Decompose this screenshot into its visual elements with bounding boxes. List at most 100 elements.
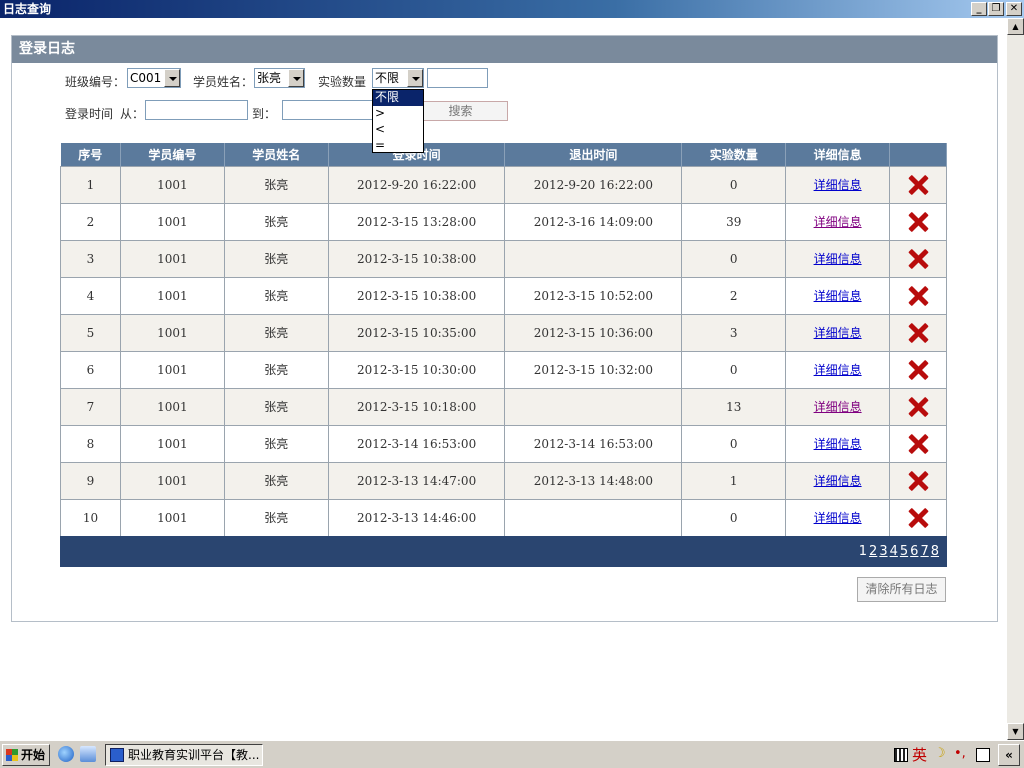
cell-detail: 详细信息 (785, 424, 891, 463)
expand-tray-button[interactable]: « (998, 744, 1020, 766)
cell-login-time: 2012-3-13 14:47:00 (327, 461, 506, 500)
chevron-down-icon[interactable] (407, 69, 423, 87)
cell-delete (889, 350, 947, 389)
taskbar-window-label: 职业教育实训平台【教... (128, 748, 260, 762)
delete-icon[interactable] (907, 507, 929, 529)
moon-icon[interactable]: ☽ (934, 746, 946, 761)
cell-student-name: 张亮 (223, 498, 329, 537)
cell-logout-time: 2012-3-16 14:09:00 (504, 202, 683, 241)
chevron-down-icon[interactable] (164, 69, 180, 87)
cell-student-id: 1001 (119, 276, 225, 315)
page-link[interactable]: 3 (879, 544, 887, 559)
student-select[interactable]: 张亮 (254, 68, 305, 88)
delete-icon[interactable] (907, 396, 929, 418)
cell-student-name: 张亮 (223, 350, 329, 389)
detail-link[interactable]: 详细信息 (814, 511, 862, 525)
cell-delete (889, 387, 947, 426)
cell-delete (889, 202, 947, 241)
cell-delete (889, 498, 947, 537)
detail-link[interactable]: 详细信息 (814, 215, 862, 229)
table-body: 1 1001 张亮 2012-9-20 16:22:00 2012-9-20 16:22… (60, 165, 947, 537)
cell-logout-time: 2012-9-20 16:22:00 (504, 165, 683, 204)
from-date-input[interactable] (145, 100, 248, 120)
window-title: 日志查询 (3, 2, 52, 16)
login-time-label: 登录时间 (65, 107, 114, 121)
page-link[interactable]: 8 (931, 544, 939, 559)
cell-delete (889, 461, 947, 500)
delete-icon[interactable] (907, 359, 929, 381)
minimize-button[interactable]: _ (971, 2, 987, 16)
op-option[interactable]: > (373, 106, 423, 122)
punctuation-icon[interactable]: •, (954, 746, 966, 761)
ime-indicator[interactable]: 英 (912, 744, 927, 765)
vertical-scrollbar[interactable]: ▲ ▼ (1007, 18, 1024, 740)
cell-exp-count: 0 (681, 498, 787, 537)
delete-icon[interactable] (907, 174, 929, 196)
desktop-quicklaunch-icon[interactable] (80, 746, 96, 762)
op-option[interactable]: < (373, 122, 423, 138)
ie-quicklaunch-icon[interactable] (58, 746, 74, 762)
taskbar-window-item[interactable]: 职业教育实训平台【教... (105, 744, 263, 766)
op-option[interactable]: = (373, 138, 423, 154)
delete-icon[interactable] (907, 211, 929, 233)
delete-icon[interactable] (907, 248, 929, 270)
detail-link[interactable]: 详细信息 (814, 326, 862, 340)
delete-icon[interactable] (907, 470, 929, 492)
cell-detail: 详细信息 (785, 239, 891, 278)
detail-link[interactable]: 详细信息 (814, 178, 862, 192)
page-link[interactable]: 1 (859, 544, 867, 559)
start-button[interactable]: 开始 (2, 744, 50, 766)
search-button[interactable]: 搜索 (413, 101, 508, 121)
keyboard-icon[interactable] (894, 748, 908, 762)
cell-logout-time (504, 239, 683, 278)
detail-link[interactable]: 详细信息 (814, 289, 862, 303)
clear-all-logs-button[interactable]: 清除所有日志 (857, 577, 946, 602)
close-button[interactable]: ✕ (1006, 2, 1022, 16)
exp-count-op-select[interactable]: 不限 (372, 68, 424, 88)
taskbar: 开始 职业教育实训平台【教... 英 ☽ •, « (0, 740, 1024, 768)
cell-login-time: 2012-3-13 14:46:00 (327, 498, 506, 537)
col-header-exp-count: 实验数量 (681, 143, 787, 166)
student-select-value: 张亮 (257, 71, 282, 85)
to-date-input[interactable] (282, 100, 374, 120)
cell-student-id: 1001 (119, 239, 225, 278)
cell-exp-count: 13 (681, 387, 787, 426)
page-link[interactable]: 4 (890, 544, 898, 559)
cell-student-name: 张亮 (223, 202, 329, 241)
cell-student-name: 张亮 (223, 313, 329, 352)
detail-link[interactable]: 详细信息 (814, 363, 862, 377)
softkeyboard-icon[interactable] (976, 748, 990, 762)
exp-count-input[interactable] (427, 68, 488, 88)
cell-login-time: 2012-3-15 10:38:00 (327, 276, 506, 315)
cell-exp-count: 2 (681, 276, 787, 315)
detail-link[interactable]: 详细信息 (814, 252, 862, 266)
scroll-up-icon[interactable]: ▲ (1007, 18, 1024, 35)
page-link[interactable]: 6 (910, 544, 918, 559)
detail-link[interactable]: 详细信息 (814, 400, 862, 414)
cell-logout-time: 2012-3-15 10:32:00 (504, 350, 683, 389)
detail-link[interactable]: 详细信息 (814, 474, 862, 488)
cell-no: 7 (60, 387, 121, 426)
cell-detail: 详细信息 (785, 202, 891, 241)
delete-icon[interactable] (907, 433, 929, 455)
window-title-bar[interactable]: 日志查询 _ ❐ ✕ (0, 0, 1024, 18)
cell-logout-time (504, 387, 683, 426)
page-link[interactable]: 7 (920, 544, 928, 559)
cell-exp-count: 0 (681, 350, 787, 389)
cell-student-id: 1001 (119, 165, 225, 204)
delete-icon[interactable] (907, 322, 929, 344)
page-link[interactable]: 2 (869, 544, 877, 559)
cell-student-name: 张亮 (223, 165, 329, 204)
page-link[interactable]: 5 (900, 544, 908, 559)
delete-icon[interactable] (907, 285, 929, 307)
restore-button[interactable]: ❐ (988, 2, 1004, 16)
pagination-bar: 12345678 (60, 536, 947, 567)
chevron-down-icon[interactable] (288, 69, 304, 87)
cell-delete (889, 313, 947, 352)
op-option[interactable]: 不限 (373, 90, 423, 106)
class-select[interactable]: C001 (127, 68, 181, 88)
scroll-down-icon[interactable]: ▼ (1007, 723, 1024, 740)
cell-login-time: 2012-3-15 10:30:00 (327, 350, 506, 389)
detail-link[interactable]: 详细信息 (814, 437, 862, 451)
exp-count-op-dropdown[interactable]: 不限 > < = (372, 89, 424, 153)
